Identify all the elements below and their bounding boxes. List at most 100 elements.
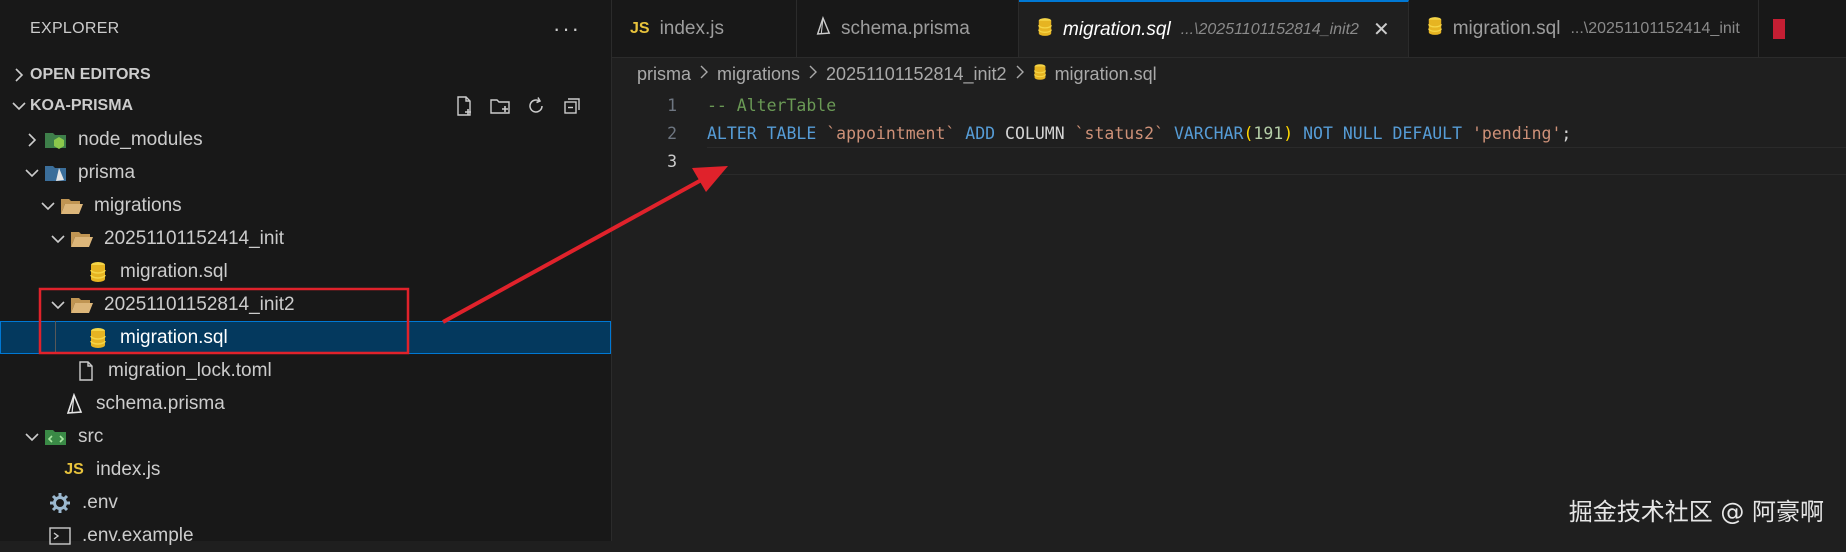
- tree-item-init-folder[interactable]: 20251101152414_init: [0, 222, 611, 255]
- folder-open-icon: [70, 294, 94, 316]
- tree-item-label: node_modules: [78, 128, 203, 150]
- gear-icon: [48, 492, 72, 514]
- sql-keyword: NOT NULL DEFAULT: [1303, 123, 1463, 143]
- breadcrumb-item[interactable]: migration.sql: [1055, 64, 1157, 85]
- tree-item-migration-sql-init2[interactable]: migration.sql: [0, 321, 611, 354]
- tree-item-init2-folder[interactable]: 20251101152814_init2: [0, 288, 611, 321]
- sql-keyword: COLUMN: [1005, 123, 1065, 143]
- code-comment: -- AlterTable: [707, 95, 837, 115]
- chevron-down-icon: [46, 299, 70, 311]
- prisma-icon: [815, 15, 831, 42]
- open-editors-label: OPEN EDITORS: [30, 65, 151, 83]
- tab-label: schema.prisma: [841, 17, 970, 39]
- tab-description: ...\20251101152414_init: [1570, 19, 1740, 37]
- chevron-down-icon: [20, 431, 44, 443]
- tree-item-label: migration.sql: [120, 260, 228, 282]
- line-number: 3: [667, 151, 677, 171]
- prisma-folder-icon: [44, 162, 68, 184]
- database-icon: [86, 327, 110, 349]
- breadcrumb-item[interactable]: migrations: [717, 64, 800, 85]
- tree-item-label: index.js: [96, 458, 161, 480]
- tree-item-label: prisma: [78, 161, 136, 183]
- sql-paren: (: [1243, 123, 1254, 143]
- editor-tabs: JS index.js schema.prisma migration.sql …: [612, 0, 1846, 58]
- folder-open-icon: [70, 228, 94, 250]
- sql-identifier: `appointment`: [826, 123, 956, 143]
- tree-item-migration-sql-init[interactable]: migration.sql: [0, 255, 611, 288]
- tab-schema-prisma[interactable]: schema.prisma: [797, 0, 1019, 57]
- tree-item-prisma[interactable]: prisma: [0, 156, 611, 189]
- tab-overflow-stub[interactable]: [1759, 0, 1799, 57]
- explorer-toolbar: [453, 95, 611, 117]
- sql-semicolon: ;: [1561, 123, 1572, 143]
- close-icon[interactable]: ✕: [1373, 17, 1390, 42]
- more-actions-icon[interactable]: ···: [553, 16, 581, 42]
- tree-item-node-modules[interactable]: node_modules: [0, 123, 611, 156]
- tree-item-label: src: [78, 425, 104, 447]
- chevron-right-icon: [1015, 65, 1025, 84]
- chevron-down-icon: [36, 200, 60, 212]
- file-tree: node_modules prisma migrations 202511011…: [0, 123, 611, 552]
- tree-item-schema-prisma[interactable]: schema.prisma: [0, 387, 611, 420]
- code-line: 2 ALTER TABLE `appointment` ADD COLUMN `…: [612, 119, 1846, 147]
- chevron-right-icon: [808, 65, 818, 84]
- tab-migration-sql-init2[interactable]: migration.sql ...\20251101152814_init2 ✕: [1019, 0, 1409, 57]
- file-icon: [74, 360, 98, 382]
- explorer-header: EXPLORER ···: [0, 0, 611, 58]
- tree-item-index-js[interactable]: JS index.js: [0, 453, 611, 486]
- prisma-icon: [62, 392, 86, 415]
- tree-item-env-example[interactable]: .env.example: [0, 519, 611, 552]
- sql-identifier: `status2`: [1074, 123, 1164, 143]
- new-folder-icon[interactable]: [489, 95, 511, 117]
- line-number: 1: [667, 95, 677, 115]
- sql-keyword: ADD: [965, 123, 996, 143]
- code-line-current: 3: [612, 147, 1846, 175]
- tab-migration-sql-init[interactable]: migration.sql ...\20251101152414_init: [1409, 0, 1759, 57]
- sql-number: 191: [1253, 123, 1284, 143]
- tab-label: index.js: [659, 17, 724, 39]
- code-editor[interactable]: 1 -- AlterTable 2 ALTER TABLE `appointme…: [612, 91, 1846, 175]
- database-icon: [86, 261, 110, 283]
- javascript-icon: JS: [630, 19, 650, 37]
- refresh-icon[interactable]: [525, 95, 547, 117]
- tree-item-label: .env: [82, 491, 118, 513]
- javascript-icon: JS: [64, 460, 84, 478]
- tree-item-label: .env.example: [82, 524, 194, 546]
- project-section[interactable]: KOA-PRISMA: [0, 89, 611, 122]
- tree-item-env[interactable]: .env: [0, 486, 611, 519]
- editor-area: JS index.js schema.prisma migration.sql …: [612, 0, 1846, 541]
- sql-paren: ): [1283, 123, 1294, 143]
- database-icon: [1427, 16, 1443, 42]
- tab-description: ...\20251101152814_init2: [1180, 20, 1359, 38]
- tab-index-js[interactable]: JS index.js: [612, 0, 797, 57]
- new-file-icon[interactable]: [453, 95, 475, 117]
- chevron-down-icon: [8, 100, 30, 112]
- breadcrumb-item[interactable]: 20251101152814_init2: [826, 64, 1007, 85]
- src-folder-icon: [44, 426, 68, 448]
- tree-item-label: schema.prisma: [96, 392, 225, 414]
- tree-item-migrations[interactable]: migrations: [0, 189, 611, 222]
- sql-type: VARCHAR: [1173, 123, 1244, 143]
- chevron-down-icon: [20, 167, 44, 179]
- tree-item-src[interactable]: src: [0, 420, 611, 453]
- project-label: KOA-PRISMA: [30, 96, 134, 114]
- tree-item-label: migrations: [94, 194, 182, 216]
- tree-item-migration-lock[interactable]: migration_lock.toml: [0, 354, 611, 387]
- tree-item-label: 20251101152414_init: [104, 227, 284, 249]
- tree-item-label: migration.sql: [120, 326, 228, 348]
- breadcrumb: prisma migrations 20251101152814_init2 m…: [612, 59, 1846, 89]
- open-editors-section[interactable]: OPEN EDITORS: [0, 58, 611, 91]
- tree-item-label: migration_lock.toml: [108, 359, 272, 381]
- folder-open-icon: [60, 195, 84, 217]
- explorer-title: EXPLORER: [30, 20, 120, 37]
- database-icon: [1033, 63, 1047, 86]
- sql-string: 'pending': [1472, 123, 1562, 143]
- line-number: 2: [667, 123, 677, 143]
- chevron-right-icon: [20, 132, 44, 148]
- collapse-all-icon[interactable]: [561, 95, 583, 117]
- terminal-icon: [48, 525, 72, 547]
- code-statement: ALTER TABLE `appointment` ADD COLUMN `st…: [677, 124, 1571, 143]
- code-line: 1 -- AlterTable: [612, 91, 1846, 119]
- breadcrumb-item[interactable]: prisma: [637, 64, 691, 85]
- explorer-sidebar: EXPLORER ··· OPEN EDITORS KOA-PRISMA nod…: [0, 0, 612, 546]
